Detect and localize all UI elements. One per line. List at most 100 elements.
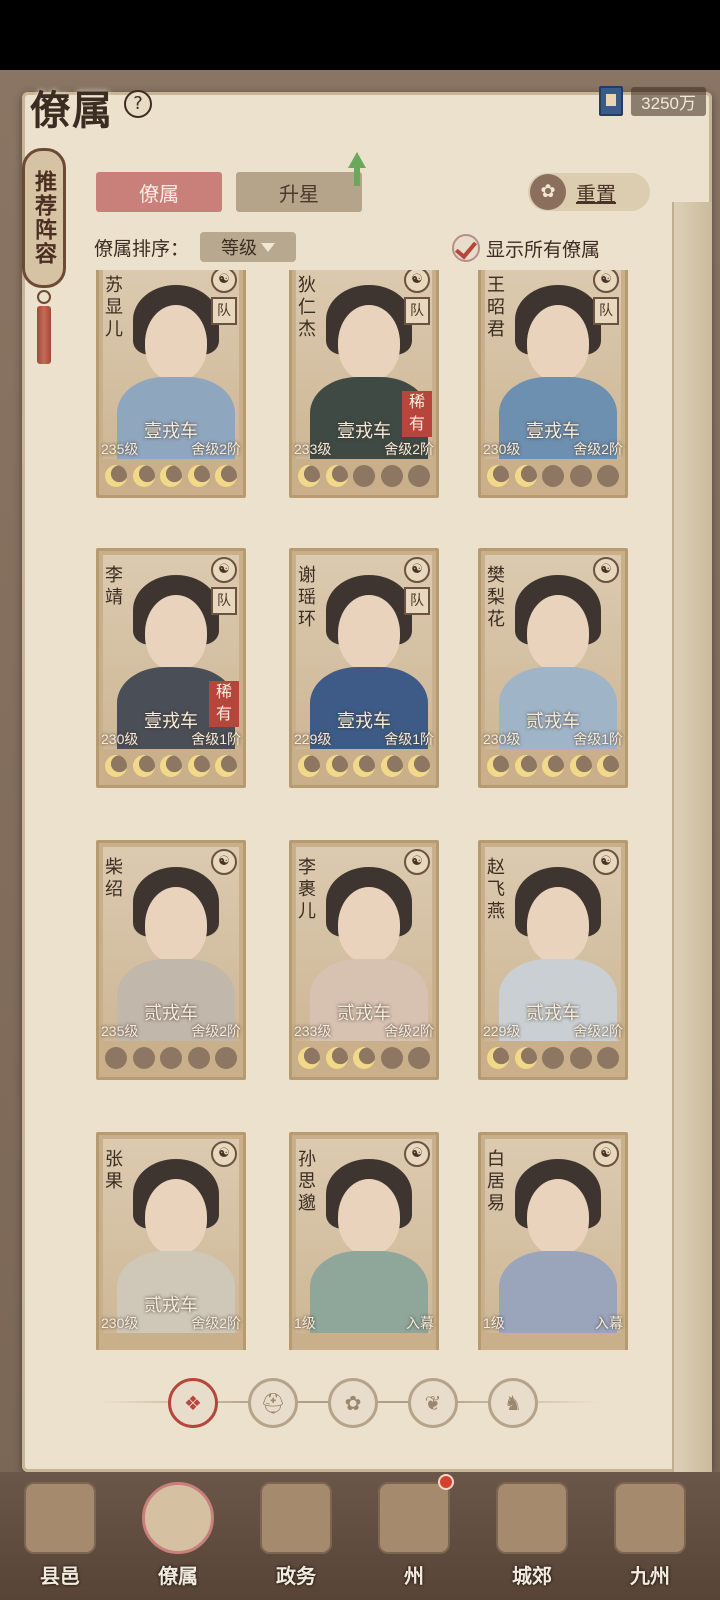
moon-icon — [487, 1047, 509, 1069]
moon-icon — [298, 755, 320, 777]
subordinate-card[interactable]: 樊梨花 ☯ 贰戎车 230级 舍级1阶 — [478, 548, 628, 788]
moon-icon — [542, 755, 564, 777]
nav-icon — [614, 1482, 686, 1554]
nav-icon — [24, 1482, 96, 1554]
nav-item[interactable]: 州 — [364, 1476, 464, 1594]
bottom-nav: 县邑 僚属 政务 州 城郊 九州 — [0, 1472, 720, 1600]
card-level: 230级 — [101, 731, 139, 747]
recommended-lineup-label: 推荐阵容 — [31, 170, 57, 266]
card-level: 230级 — [101, 1315, 139, 1331]
moon-icon — [132, 1047, 155, 1069]
sort-dropdown[interactable]: 等级 — [200, 232, 296, 262]
moon-icon — [160, 1047, 182, 1069]
card-name: 樊梨花 — [487, 565, 505, 630]
beast-icon[interactable]: ✿ — [328, 1378, 378, 1428]
card-level: 229级 — [483, 1023, 521, 1039]
card-level: 233级 — [294, 1023, 332, 1039]
subordinate-card[interactable]: 赵飞燕 ☯ 贰戎车 229级 舍级2阶 — [478, 840, 628, 1080]
portrait-face — [527, 305, 589, 381]
subordinate-card[interactable]: 谢瑶环 ☯ 队壹戎车 229级 舍级1阶 — [289, 548, 439, 788]
card-tier: 入幕 — [406, 1315, 434, 1331]
moon-row — [105, 755, 237, 779]
show-all-toggle[interactable]: 显示所有僚属 — [452, 234, 600, 262]
moon-icon — [542, 1047, 564, 1069]
moon-row — [105, 1047, 237, 1071]
moon-icon — [105, 1047, 127, 1069]
tab-subordinates[interactable]: 僚属 — [96, 172, 222, 212]
card-stats: 235级 舍级2阶 — [101, 1021, 241, 1041]
moon-icon — [569, 1047, 592, 1069]
moon-row — [298, 1047, 430, 1071]
moon-icon — [105, 755, 127, 777]
card-stats: 230级 舍级1阶 — [101, 729, 241, 749]
moon-icon — [408, 755, 430, 777]
faction-filter-bar: ❖ ⛑ ✿ ❦ ♞ — [168, 1378, 548, 1428]
class-icon: ☯ — [211, 849, 237, 875]
subordinate-card[interactable]: 王昭君 ☯ 队壹戎车 230级 舍级2阶 — [478, 270, 628, 498]
moon-row — [487, 465, 619, 489]
currency-display: 3250万 — [599, 86, 706, 116]
subordinate-card[interactable]: 柴绍 ☯ 贰戎车 235级 舍级2阶 — [96, 840, 246, 1080]
card-stats: 1级 入幕 — [294, 1313, 434, 1333]
currency-value: 3250万 — [631, 86, 706, 116]
class-icon: ☯ — [211, 1141, 237, 1167]
subordinate-card[interactable]: 白居易 ☯ 1级 入幕 — [478, 1132, 628, 1350]
nav-item[interactable]: 九州 — [600, 1476, 700, 1594]
helmet-icon[interactable]: ⛑ — [248, 1378, 298, 1428]
class-icon: ☯ — [593, 1141, 619, 1167]
moon-icon — [597, 755, 619, 777]
moon-icon — [298, 1047, 320, 1069]
upgrade-arrow-stem — [354, 166, 360, 186]
card-stats: 229级 舍级1阶 — [294, 729, 434, 749]
team-badge: 队 — [404, 587, 430, 615]
card-stats: 233级 舍级2阶 — [294, 1021, 434, 1041]
nav-label: 僚属 — [158, 1564, 198, 1588]
nav-label: 政务 — [276, 1564, 316, 1588]
class-icon: ☯ — [404, 557, 430, 583]
nav-item[interactable]: 政务 — [246, 1476, 346, 1594]
help-icon[interactable]: ? — [124, 90, 152, 118]
moon-icon — [215, 1047, 237, 1069]
card-level: 1级 — [483, 1315, 505, 1331]
moon-icon — [380, 465, 403, 487]
moon-icon — [325, 1047, 348, 1069]
portrait-face — [145, 1179, 207, 1255]
card-level: 235级 — [101, 441, 139, 457]
subordinate-card[interactable]: 张果 ☯ 贰戎车 230级 舍级2阶 — [96, 1132, 246, 1350]
fan-icon[interactable]: ❦ — [408, 1378, 458, 1428]
recommended-lineup-button[interactable]: 推荐阵容 — [22, 148, 66, 288]
class-icon: ☯ — [404, 849, 430, 875]
subordinate-card[interactable]: 孙思邈 ☯ 1级 入幕 — [289, 1132, 439, 1350]
moon-icon — [597, 465, 619, 487]
moon-icon — [408, 465, 430, 487]
portrait-face — [338, 595, 400, 671]
portrait-face — [527, 595, 589, 671]
moon-row — [487, 1047, 619, 1071]
subordinate-card[interactable]: 李靖 ☯ 队稀有 壹戎车 230级 舍级1阶 — [96, 548, 246, 788]
moon-icon — [514, 1047, 537, 1069]
subordinate-card[interactable]: 狄仁杰 ☯ 队稀有 壹戎车 233级 舍级2阶 — [289, 270, 439, 498]
tab-star-up[interactable]: 升星 — [236, 172, 362, 212]
portrait-face — [527, 1179, 589, 1255]
card-level: 230级 — [483, 731, 521, 747]
portrait-face — [145, 305, 207, 381]
card-name: 白居易 — [487, 1149, 505, 1214]
subordinate-card[interactable]: 苏显儿 ☯ 队壹戎车 235级 舍级2阶 — [96, 270, 246, 498]
nav-item[interactable]: 县邑 — [10, 1476, 110, 1594]
moon-icon — [325, 465, 348, 487]
reset-label: 重置 — [576, 181, 616, 206]
reset-button[interactable]: ✿ 重置 — [528, 173, 650, 211]
moon-icon — [380, 1047, 403, 1069]
card-stats: 230级 舍级2阶 — [483, 439, 623, 459]
nav-label: 九州 — [630, 1564, 670, 1588]
card-tier: 舍级2阶 — [573, 441, 623, 457]
lion-icon[interactable]: ♞ — [488, 1378, 538, 1428]
subordinate-card[interactable]: 李裹儿 ☯ 贰戎车 233级 舍级2阶 — [289, 840, 439, 1080]
moon-icon — [160, 465, 182, 487]
team-badge: 队 — [593, 297, 619, 325]
all-faction-icon[interactable]: ❖ — [168, 1378, 218, 1428]
nav-item[interactable]: 城郊 — [482, 1476, 582, 1594]
checkbox-checked-icon[interactable] — [452, 234, 480, 262]
moon-icon — [160, 755, 182, 777]
nav-item[interactable]: 僚属 — [128, 1476, 228, 1594]
